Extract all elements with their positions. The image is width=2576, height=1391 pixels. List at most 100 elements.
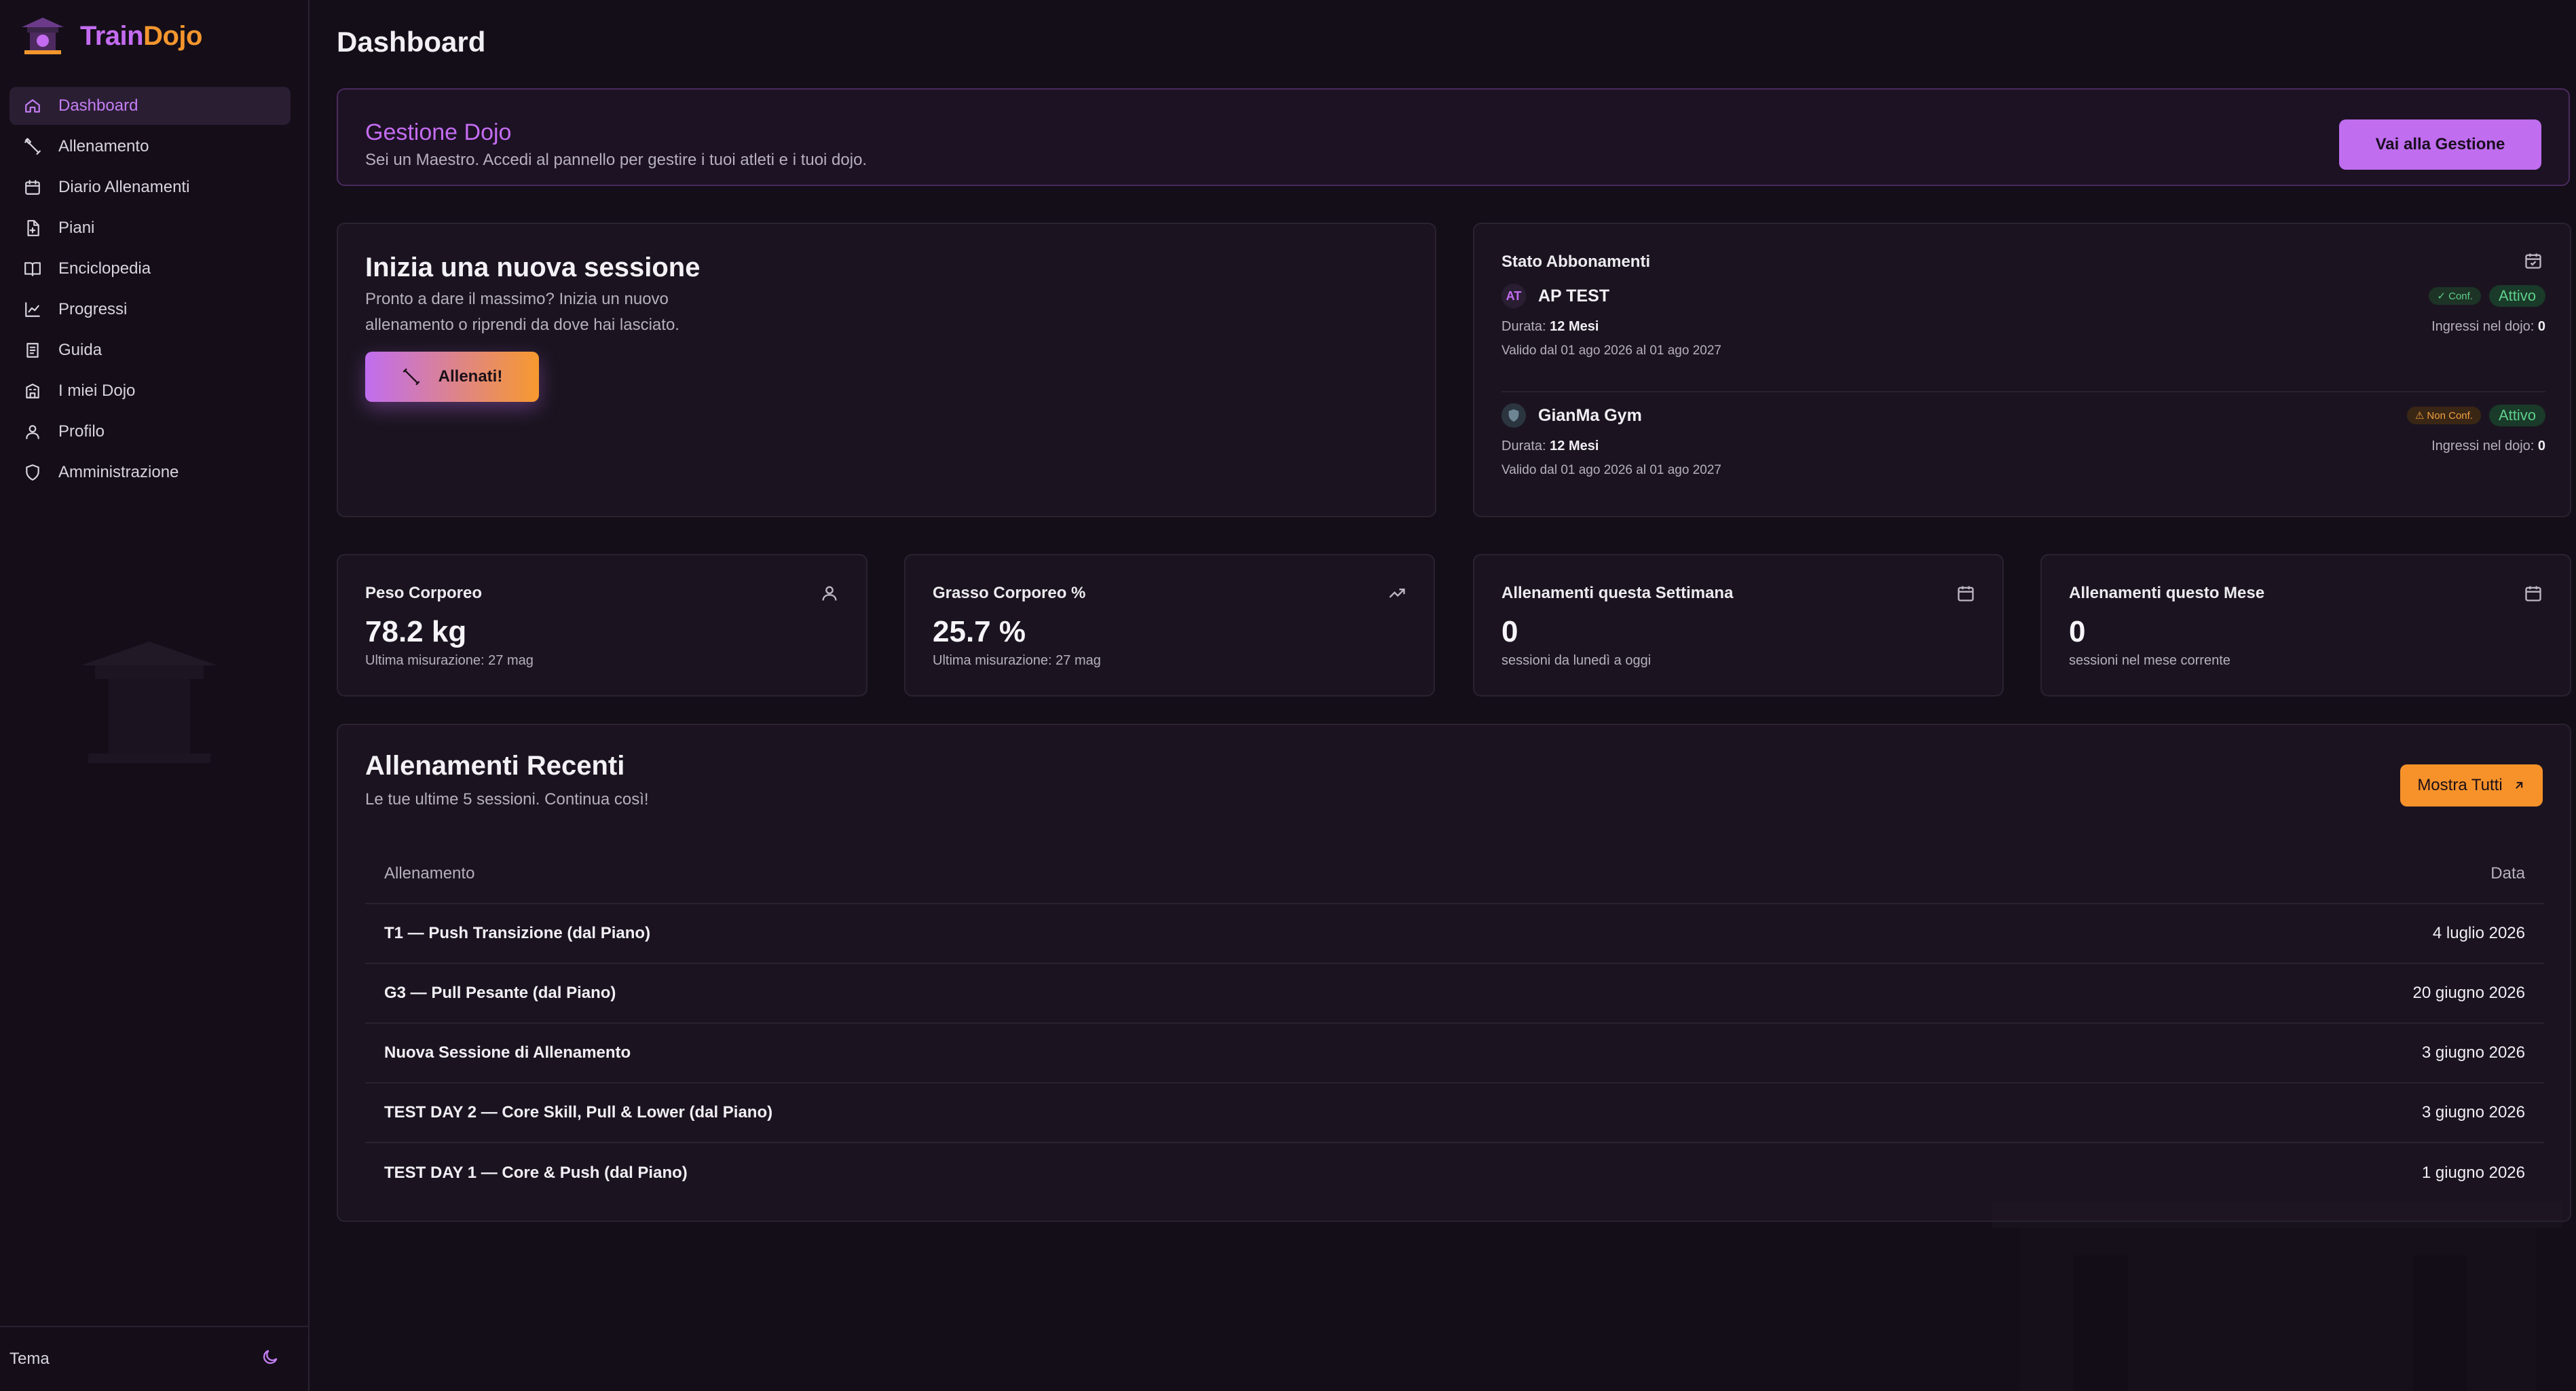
sidebar-item-diario[interactable]: Diario Allenamenti bbox=[10, 168, 291, 206]
subscription-row[interactable]: AT AP TEST ✓ Conf. Attivo Durata: 12 Mes… bbox=[1501, 284, 2545, 392]
subscriptions-card: Stato Abbonamenti AT AP TEST ✓ Conf. Att… bbox=[1473, 223, 2571, 517]
stat-note: Ultima misurazione: 27 mag bbox=[933, 653, 1101, 668]
stat-card-body-weight: Peso Corporeo 78.2 kg Ultima misurazione… bbox=[337, 554, 867, 697]
duration-label: Durata: bbox=[1501, 319, 1546, 334]
sidebar-item-i-miei-dojo[interactable]: I miei Dojo bbox=[10, 372, 291, 410]
sidebar-item-label: Profilo bbox=[58, 422, 105, 441]
dojo-logo-icon bbox=[18, 15, 68, 57]
table-row[interactable]: G3 — Pull Pesante (dal Piano) 20 giugno … bbox=[365, 964, 2544, 1024]
page-title: Dashboard bbox=[337, 26, 486, 58]
session-subtitle: Pronto a dare il massimo? Inizia un nuov… bbox=[365, 290, 679, 334]
gym-logo-icon bbox=[1501, 403, 1526, 428]
stat-note: Ultima misurazione: 27 mag bbox=[365, 653, 534, 668]
column-header-date[interactable]: Data bbox=[2490, 864, 2525, 883]
dojo-watermark-icon bbox=[75, 638, 224, 767]
show-all-button[interactable]: Mostra Tutti bbox=[2400, 764, 2543, 806]
subscription-row[interactable]: GianMa Gym ⚠ Non Conf. Attivo Durata: 12… bbox=[1501, 403, 2545, 512]
sidebar-item-profilo[interactable]: Profilo bbox=[10, 413, 291, 451]
brand-logo[interactable]: TrainDojo bbox=[18, 15, 202, 57]
book-guide-icon bbox=[23, 341, 42, 360]
workout-name: T1 — Push Transizione (dal Piano) bbox=[384, 924, 651, 942]
sidebar-item-label: Enciclopedia bbox=[58, 259, 151, 278]
subscription-name: GianMa Gym bbox=[1538, 405, 1642, 425]
banner-subtitle: Sei un Maestro. Accedi al pannello per g… bbox=[365, 151, 867, 169]
sidebar-item-progressi[interactable]: Progressi bbox=[10, 291, 291, 329]
dojo-management-banner: Gestione Dojo Sei un Maestro. Accedi al … bbox=[337, 88, 2570, 186]
subscription-head: GianMa Gym bbox=[1501, 403, 1642, 428]
recent-workouts-table: Allenamento Data T1 — Push Transizione (… bbox=[365, 845, 2544, 1203]
table-header: Allenamento Data bbox=[365, 845, 2544, 904]
workout-date: 4 luglio 2026 bbox=[2432, 924, 2525, 942]
stat-value: 0 bbox=[2069, 615, 2086, 648]
theme-toggle[interactable]: Tema bbox=[0, 1326, 310, 1391]
sidebar-item-amministrazione[interactable]: Amministrazione bbox=[10, 453, 291, 492]
sidebar-item-piani[interactable]: Piani bbox=[10, 209, 291, 247]
entries-value: 0 bbox=[2537, 439, 2545, 453]
dumbbell-icon bbox=[23, 137, 42, 156]
duration-value: 12 Mesi bbox=[1550, 439, 1599, 453]
workout-date: 3 giugno 2026 bbox=[2421, 1043, 2525, 1062]
sidebar-item-label: Diario Allenamenti bbox=[58, 178, 190, 196]
sidebar-item-label: Allenamento bbox=[58, 137, 149, 155]
stat-value: 78.2 kg bbox=[365, 615, 467, 648]
workout-name: TEST DAY 1 — Core & Push (dal Piano) bbox=[384, 1164, 688, 1182]
subscription-head: AT AP TEST bbox=[1501, 284, 1609, 308]
stat-note: sessioni nel mese corrente bbox=[2069, 653, 2230, 668]
subscription-badges: ✓ Conf. Attivo bbox=[2421, 285, 2545, 307]
confirmed-badge: ✓ Conf. bbox=[2429, 287, 2481, 305]
workout-name: TEST DAY 2 — Core Skill, Pull & Lower (d… bbox=[384, 1103, 773, 1121]
duration-label: Durata: bbox=[1501, 439, 1546, 453]
subscription-entries: Ingressi nel dojo: 0 bbox=[2431, 319, 2545, 335]
stat-value: 0 bbox=[1501, 615, 1518, 648]
shield-icon bbox=[23, 463, 42, 482]
workout-date: 1 giugno 2026 bbox=[2421, 1164, 2525, 1182]
column-header-workout[interactable]: Allenamento bbox=[384, 864, 474, 883]
entries-label: Ingressi nel dojo: bbox=[2431, 319, 2535, 334]
subscription-duration: Durata: 12 Mesi bbox=[1501, 319, 1599, 335]
show-all-label: Mostra Tutti bbox=[2417, 776, 2503, 794]
entries-label: Ingressi nel dojo: bbox=[2431, 439, 2535, 453]
file-plan-icon bbox=[23, 219, 42, 238]
workout-date: 3 giugno 2026 bbox=[2421, 1103, 2525, 1121]
banner-title: Gestione Dojo bbox=[365, 119, 512, 145]
table-row[interactable]: TEST DAY 2 — Core Skill, Pull & Lower (d… bbox=[365, 1083, 2544, 1143]
sidebar-item-enciclopedia[interactable]: Enciclopedia bbox=[10, 250, 291, 288]
duration-value: 12 Mesi bbox=[1550, 319, 1599, 334]
brand-name-part1: Train bbox=[80, 20, 144, 51]
calendar-icon bbox=[2524, 584, 2543, 606]
status-badge: Attivo bbox=[2488, 405, 2545, 426]
user-icon bbox=[820, 584, 839, 606]
stat-note: sessioni da lunedì a oggi bbox=[1501, 653, 1651, 668]
sidebar-nav: Dashboard Allenamento Diario Allenamenti… bbox=[10, 87, 291, 494]
go-to-management-button[interactable]: Vai alla Gestione bbox=[2339, 119, 2541, 170]
workout-date: 20 giugno 2026 bbox=[2412, 984, 2526, 1002]
calendar-icon bbox=[1956, 584, 1975, 606]
sidebar-item-label: Amministrazione bbox=[58, 463, 179, 481]
home-icon bbox=[23, 96, 42, 115]
recent-title: Allenamenti Recenti bbox=[365, 751, 625, 781]
table-row[interactable]: T1 — Push Transizione (dal Piano) 4 lugl… bbox=[365, 904, 2544, 964]
session-title: Inizia una nuova sessione bbox=[365, 253, 701, 282]
subscription-validity: Valido dal 01 ago 2026 al 01 ago 2027 bbox=[1501, 344, 1721, 358]
stat-card-workouts-month: Allenamenti questo Mese 0 sessioni nel m… bbox=[2040, 554, 2571, 697]
sidebar-item-dashboard[interactable]: Dashboard bbox=[10, 87, 291, 125]
table-row[interactable]: Nuova Sessione di Allenamento 3 giugno 2… bbox=[365, 1024, 2544, 1083]
trending-up-icon bbox=[1387, 584, 1406, 606]
workout-name: Nuova Sessione di Allenamento bbox=[384, 1043, 631, 1062]
dumbbell-icon bbox=[403, 368, 420, 386]
theme-label: Tema bbox=[10, 1350, 50, 1368]
stat-value: 25.7 % bbox=[933, 615, 1026, 648]
sidebar-item-label: Progressi bbox=[58, 300, 128, 318]
stat-title: Allenamenti questa Settimana bbox=[1501, 584, 1734, 602]
subscription-name: AP TEST bbox=[1538, 286, 1610, 305]
sidebar-item-guida[interactable]: Guida bbox=[10, 331, 291, 369]
sidebar-item-label: Piani bbox=[58, 219, 95, 237]
recent-workouts-card: Allenamenti Recenti Le tue ultime 5 sess… bbox=[337, 724, 2571, 1222]
train-button[interactable]: Allenati! bbox=[365, 352, 539, 402]
avatar: AT bbox=[1501, 284, 1526, 308]
book-open-icon bbox=[23, 259, 42, 278]
sidebar-item-allenamento[interactable]: Allenamento bbox=[10, 128, 291, 166]
moon-icon[interactable] bbox=[261, 1348, 280, 1371]
stat-card-workouts-week: Allenamenti questa Settimana 0 sessioni … bbox=[1473, 554, 2004, 697]
sidebar-item-label: Guida bbox=[58, 341, 102, 359]
